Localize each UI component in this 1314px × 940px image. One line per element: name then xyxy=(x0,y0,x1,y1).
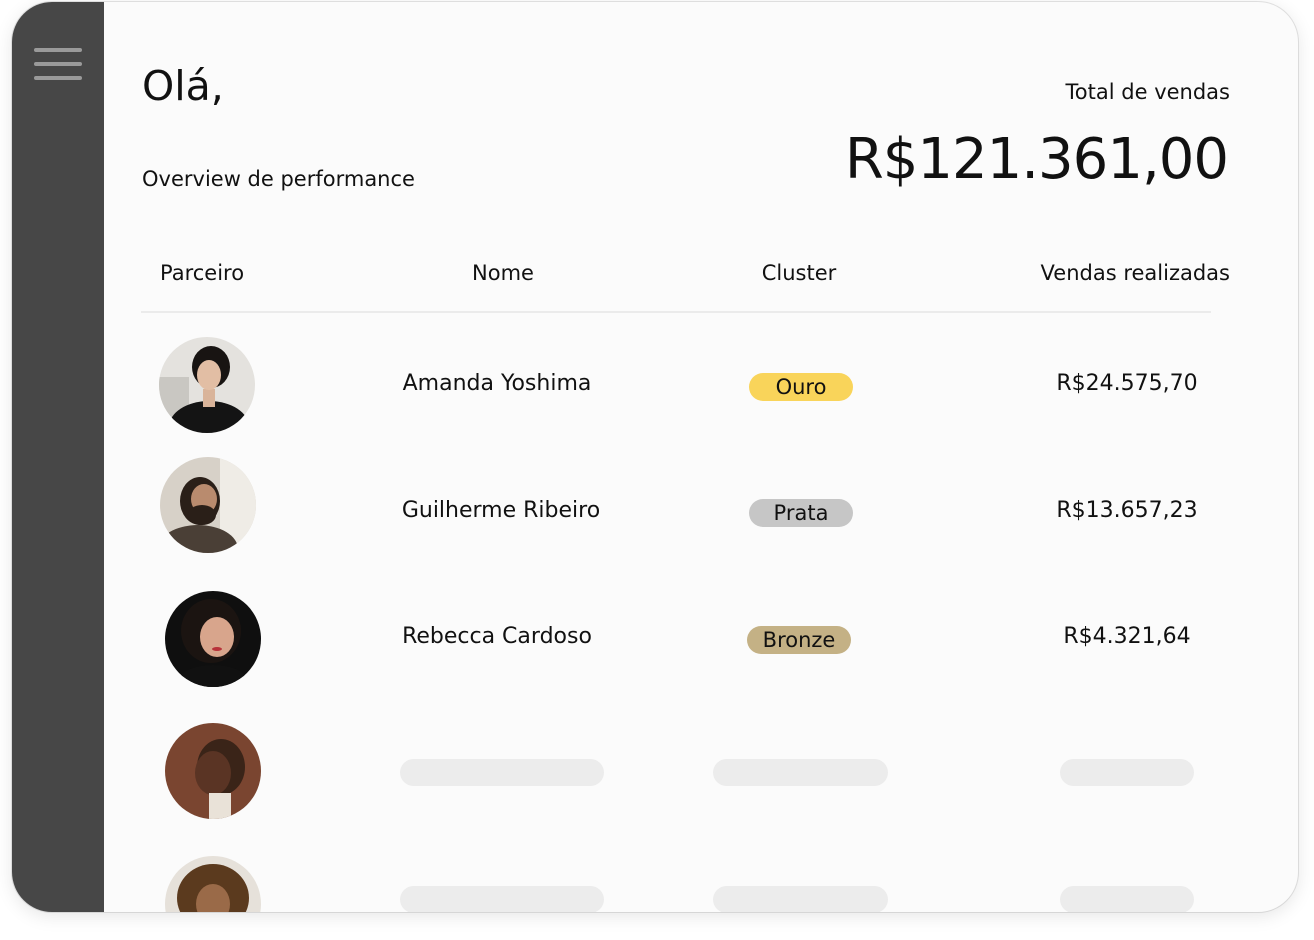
table-header-divider xyxy=(141,311,1211,313)
greeting-title: Olá, xyxy=(142,62,224,110)
cluster-badge-bronze: Bronze xyxy=(747,626,851,654)
skeleton-sales xyxy=(1060,759,1194,786)
column-header-name: Nome xyxy=(472,261,534,285)
hamburger-menu-icon[interactable] xyxy=(34,48,82,82)
cluster-badge-gold: Ouro xyxy=(749,373,853,401)
column-header-cluster: Cluster xyxy=(761,261,837,285)
main-content: Olá, Overview de performance Total de ve… xyxy=(104,2,1298,912)
total-sales-value: R$121.361,00 xyxy=(844,127,1229,192)
avatar-loading-partner[interactable] xyxy=(165,723,261,819)
skeleton-cluster xyxy=(713,759,888,786)
avatar-amanda-yoshima[interactable] xyxy=(159,337,255,433)
skeleton-cluster xyxy=(713,886,888,912)
avatar-rebecca-cardoso[interactable] xyxy=(165,591,261,687)
row-name: Rebecca Cardoso xyxy=(402,624,592,649)
skeleton-name xyxy=(400,759,604,786)
row-sales: R$4.321,64 xyxy=(1063,624,1191,649)
sidebar xyxy=(12,2,104,912)
menu-line xyxy=(34,48,82,52)
row-name: Amanda Yoshima xyxy=(402,371,592,396)
page-subtitle: Overview de performance xyxy=(142,167,415,191)
menu-line xyxy=(34,62,82,66)
column-header-sales: Vendas realizadas xyxy=(1040,261,1230,285)
avatar-guilherme-ribeiro[interactable] xyxy=(160,457,256,553)
menu-line xyxy=(34,76,82,80)
avatar-loading-partner[interactable] xyxy=(165,856,261,912)
cluster-badge-silver: Prata xyxy=(749,499,853,527)
total-sales-label: Total de vendas xyxy=(1065,80,1230,104)
column-header-partner: Parceiro xyxy=(160,261,245,285)
row-name: Guilherme Ribeiro xyxy=(401,498,601,523)
row-sales: R$13.657,23 xyxy=(1056,498,1198,523)
skeleton-name xyxy=(400,886,604,912)
app-frame: Olá, Overview de performance Total de ve… xyxy=(12,2,1298,912)
skeleton-sales xyxy=(1060,886,1194,912)
row-sales: R$24.575,70 xyxy=(1056,371,1198,396)
